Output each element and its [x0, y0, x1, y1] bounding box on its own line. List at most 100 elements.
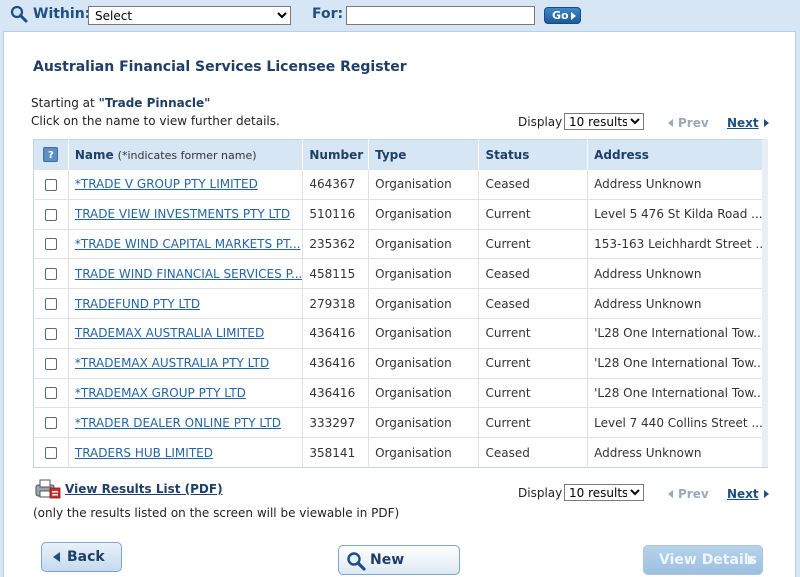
row-name-cell: *TRADE WIND CAPITAL MARKETS PT... — [68, 228, 304, 259]
starting-at: Starting at "Trade Pinnacle" — [31, 96, 210, 110]
row-checkbox[interactable] — [44, 298, 57, 311]
display-select-bottom[interactable]: 10 results — [564, 484, 644, 501]
row-status: Current — [478, 377, 589, 408]
licensee-name-link[interactable]: *TRADEMAX GROUP PTY LTD — [75, 386, 246, 400]
next-arrow-icon-bottom[interactable] — [764, 490, 769, 498]
new-search-button[interactable]: New Search — [338, 545, 460, 575]
row-type: Organisation — [368, 198, 480, 230]
pdf-icon[interactable] — [35, 479, 61, 499]
table-row[interactable]: TRADE VIEW INVESTMENTS PTY LTD 510116 Orga… — [33, 198, 768, 230]
row-checkbox-cell — [33, 228, 69, 259]
licensee-name-link[interactable]: *TRADER DEALER ONLINE PTY LTD — [75, 416, 281, 430]
row-number: 464367 — [302, 169, 370, 200]
pdf-note: (only the results listed on the screen w… — [33, 506, 400, 520]
row-status: Ceased — [478, 437, 589, 468]
row-type: Organisation — [368, 347, 480, 379]
row-address: 'L28 One International Tow... — [587, 377, 768, 408]
table-row[interactable]: TRADE WIND FINANCIAL SERVICES P... 458115… — [33, 258, 768, 289]
display-label-bottom: Display — [518, 486, 563, 500]
row-type: Organisation — [368, 407, 480, 438]
search-input[interactable] — [346, 6, 535, 25]
help-header: ? — [33, 139, 69, 170]
row-checkbox[interactable] — [44, 208, 57, 221]
row-name-cell: TRADEMAX AUSTRALIA LIMITED — [68, 317, 304, 349]
licensee-name-link[interactable]: *TRADE V GROUP PTY LIMITED — [75, 177, 258, 191]
pager-top: Display 10 results Prev Next — [518, 113, 778, 131]
display-select[interactable]: 10 results — [564, 113, 644, 130]
licensee-name-link[interactable]: TRADEFUND PTY LTD — [75, 297, 200, 311]
table-row[interactable]: *TRADE V GROUP PTY LIMITED 464367 Organisa… — [33, 169, 768, 200]
page-title: Australian Financial Services Licensee R… — [33, 59, 407, 75]
address-header: Address — [587, 139, 768, 170]
row-number: 436416 — [302, 347, 370, 379]
view-details-button[interactable]: View Details — [643, 545, 763, 575]
row-number: 436416 — [302, 377, 370, 408]
row-checkbox-cell — [33, 169, 69, 200]
starting-prefix: Starting at — [31, 96, 95, 110]
row-status: Current — [478, 198, 589, 230]
table-row[interactable]: *TRADE WIND CAPITAL MARKETS PT... 235362 O… — [33, 228, 768, 259]
row-address: 'L28 One International Tow... — [587, 317, 768, 349]
next-arrow-icon[interactable] — [764, 119, 769, 127]
licensee-name-link[interactable]: *TRADE WIND CAPITAL MARKETS PT... — [75, 237, 301, 251]
search-bar: Within: Select For: Go — [0, 0, 800, 31]
row-checkbox[interactable] — [44, 178, 57, 191]
row-address: 'L28 One International Tow... — [587, 347, 768, 379]
table-row[interactable]: TRADEMAX AUSTRALIA LIMITED 436416 Organisa… — [33, 317, 768, 349]
view-results-pdf-link[interactable]: View Results List (PDF) — [65, 482, 223, 496]
results-table: ? Name (*indicates former name) Number Ty… — [33, 139, 768, 468]
table-row[interactable]: *TRADER DEALER ONLINE PTY LTD 333297 Organ… — [33, 407, 768, 438]
row-checkbox[interactable] — [44, 387, 57, 400]
table-row[interactable]: TRADEFUND PTY LTD 279318 Organisation Cease… — [33, 288, 768, 319]
row-number: 279318 — [302, 288, 370, 319]
row-address: Address Unknown — [587, 169, 768, 200]
row-address: Address Unknown — [587, 258, 768, 289]
help-icon[interactable]: ? — [43, 147, 59, 162]
row-number: 436416 — [302, 317, 370, 349]
within-select[interactable]: Select — [88, 6, 291, 25]
table-scrollbar[interactable] — [762, 139, 768, 467]
table-row[interactable]: *TRADEMAX GROUP PTY LTD 436416 Organisatio… — [33, 377, 768, 408]
table-row[interactable]: TRADERS HUB LIMITED 358141 Organisation Cea… — [33, 437, 768, 468]
table-body: *TRADE V GROUP PTY LIMITED 464367 Organisa… — [33, 169, 768, 468]
back-button[interactable]: Back — [41, 542, 122, 572]
new-search-label: New Search — [370, 552, 405, 568]
row-checkbox-cell — [33, 347, 69, 379]
row-checkbox[interactable] — [44, 268, 57, 281]
row-checkbox-cell — [33, 288, 69, 319]
licensee-name-link[interactable]: *TRADEMAX AUSTRALIA PTY LTD — [75, 356, 269, 370]
row-status: Ceased — [478, 288, 589, 319]
prev-link-bottom[interactable]: Prev — [668, 487, 709, 501]
row-name-cell: TRADERS HUB LIMITED — [68, 437, 304, 468]
row-name-cell: TRADEFUND PTY LTD — [68, 288, 304, 319]
name-header-sub: (*indicates former name) — [117, 148, 257, 162]
licensee-name-link[interactable]: TRADE VIEW INVESTMENTS PTY LTD — [75, 207, 290, 221]
row-checkbox[interactable] — [44, 327, 57, 340]
row-number: 458115 — [302, 258, 370, 289]
licensee-name-link[interactable]: TRADERS HUB LIMITED — [75, 446, 213, 460]
table-row[interactable]: *TRADEMAX AUSTRALIA PTY LTD 436416 Organis… — [33, 347, 768, 379]
within-label: Within: — [33, 6, 91, 22]
number-header: Number — [302, 139, 370, 170]
prev-link[interactable]: Prev — [668, 116, 709, 130]
search-icon — [347, 552, 366, 571]
status-header: Status — [478, 139, 589, 170]
row-type: Organisation — [368, 317, 480, 349]
row-status: Current — [478, 347, 589, 379]
licensee-name-link[interactable]: TRADE WIND FINANCIAL SERVICES P... — [75, 267, 302, 281]
licensee-name-link[interactable]: TRADEMAX AUSTRALIA LIMITED — [75, 326, 264, 340]
row-number: 510116 — [302, 198, 370, 230]
row-checkbox[interactable] — [44, 447, 57, 460]
row-checkbox-cell — [33, 377, 69, 408]
row-status: Current — [478, 228, 589, 259]
row-checkbox[interactable] — [44, 238, 57, 251]
next-link-bottom[interactable]: Next — [727, 487, 759, 501]
row-checkbox[interactable] — [44, 417, 57, 430]
type-header: Type — [368, 139, 480, 170]
row-checkbox[interactable] — [44, 357, 57, 370]
next-link[interactable]: Next — [727, 116, 759, 130]
row-address: Level 7 440 Collins Street ... — [587, 407, 768, 438]
row-type: Organisation — [368, 437, 480, 468]
instruction-text: Click on the name to view further detail… — [31, 114, 280, 128]
go-button[interactable]: Go — [544, 7, 581, 24]
